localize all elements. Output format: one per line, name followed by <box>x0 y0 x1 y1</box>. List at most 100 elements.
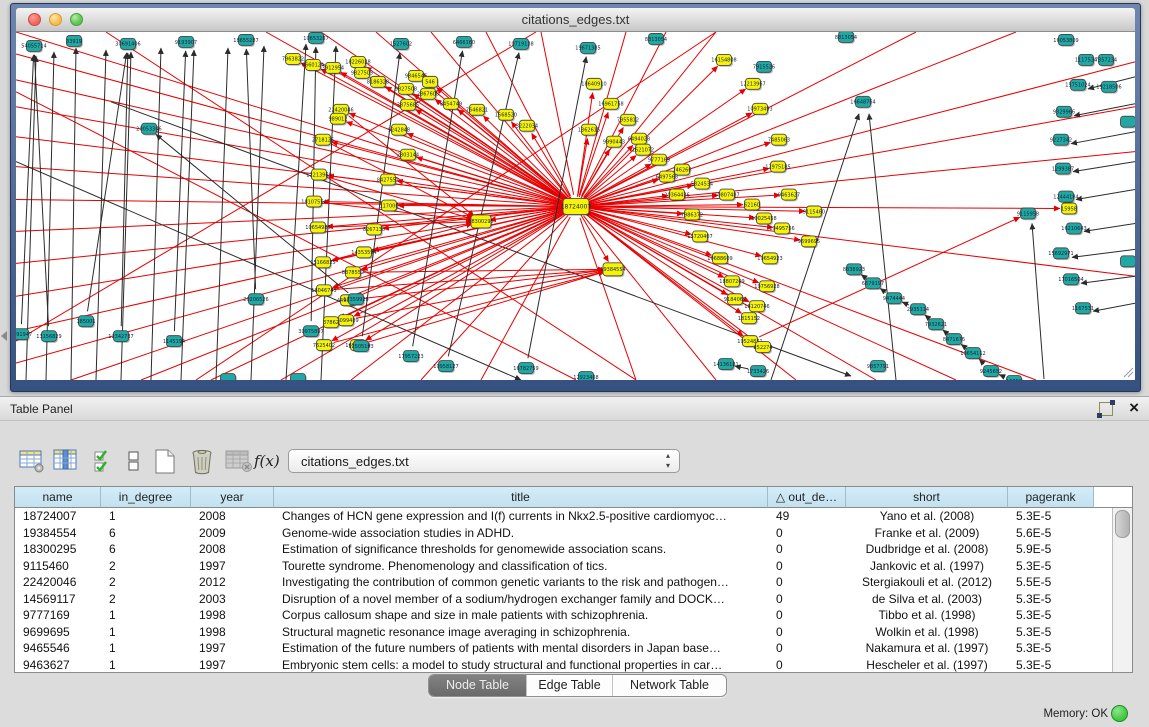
graph-edge[interactable] <box>1093 303 1135 311</box>
vertical-scrollbar[interactable] <box>1112 508 1132 672</box>
table-cell[interactable]: 2008 <box>191 541 274 558</box>
table-selector-dropdown[interactable]: citations_edges.txt ▴▾ <box>288 449 680 473</box>
graph-edge[interactable] <box>151 48 161 380</box>
table-cell[interactable]: Structural magnetic resonance image aver… <box>274 624 768 641</box>
table-cell[interactable]: 2 <box>101 558 191 575</box>
graph-edge[interactable] <box>16 200 564 207</box>
table-cell[interactable]: Tourette syndrome. Phenomenology and cla… <box>274 558 768 575</box>
table-row[interactable]: 969969511998Structural magnetic resonanc… <box>15 624 1132 641</box>
column-header-year[interactable]: year <box>191 487 274 508</box>
row-height-icon[interactable] <box>124 448 154 476</box>
table-cell[interactable]: Wolkin et al. (1998) <box>846 624 1008 641</box>
table-cell[interactable]: 9115460 <box>15 558 101 575</box>
graph-edge[interactable] <box>583 32 716 197</box>
table-cell[interactable]: 0 <box>768 640 846 657</box>
table-mode-icon[interactable] <box>18 448 48 476</box>
graph-edge[interactable] <box>16 167 564 206</box>
table-cell[interactable]: 2009 <box>191 525 274 542</box>
table-row[interactable]: 977716911998Corpus callosum shape and si… <box>15 607 1132 624</box>
graph-edge[interactable] <box>16 54 564 203</box>
graph-node[interactable] <box>1121 256 1136 267</box>
table-cell[interactable]: 1997 <box>191 640 274 657</box>
network-canvas[interactable]: 1872400779638228660124391295418226038982… <box>16 32 1135 380</box>
table-cell[interactable]: 5.3E-5 <box>1008 607 1094 624</box>
graph-edge[interactable] <box>71 48 76 380</box>
column-header-title[interactable]: title <box>274 487 768 508</box>
table-cell[interactable]: 5.3E-5 <box>1008 640 1094 657</box>
graph-edge[interactable] <box>1073 162 1135 172</box>
graph-edge[interactable] <box>246 49 255 289</box>
table-cell[interactable]: 2 <box>101 574 191 591</box>
graph-edge[interactable] <box>87 53 126 311</box>
table-cell[interactable]: 0 <box>768 574 846 591</box>
table-cell[interactable]: 0 <box>768 591 846 608</box>
table-cell[interactable]: 0 <box>768 541 846 558</box>
graph-edge[interactable] <box>174 51 185 331</box>
graph-edge[interactable] <box>34 55 48 326</box>
column-header-pagerank[interactable]: pagerank <box>1008 487 1094 508</box>
table-row[interactable]: 1456911722003Disruption of a novel membe… <box>15 591 1132 608</box>
table-cell[interactable]: 18724007 <box>15 508 101 525</box>
graph-edge[interactable] <box>1076 190 1135 200</box>
table-cell[interactable]: 5.6E-5 <box>1008 525 1094 542</box>
table-row[interactable]: 1938455462009Genome-wide association stu… <box>15 525 1132 542</box>
panel-collapse-arrow[interactable] <box>1 331 7 341</box>
graph-node[interactable] <box>291 374 306 380</box>
float-panel-icon[interactable] <box>1099 402 1113 416</box>
table-cell[interactable]: 1 <box>101 508 191 525</box>
column-header-name[interactable]: name <box>15 487 101 508</box>
table-cell[interactable]: Embryonic stem cells: a model to study s… <box>274 657 768 674</box>
table-cell[interactable]: Nakamura et al. (1997) <box>846 640 1008 657</box>
table-cell[interactable]: 0 <box>768 558 846 575</box>
table-cell[interactable]: Yano et al. (2008) <box>846 508 1008 525</box>
table-cell[interactable]: Disruption of a novel member of a sodium… <box>274 591 768 608</box>
table-cell[interactable]: 1 <box>101 607 191 624</box>
memory-status-indicator[interactable] <box>1111 705 1128 722</box>
graph-edge[interactable] <box>880 288 886 292</box>
delete-columns-icon[interactable] <box>188 448 218 476</box>
graph-edge[interactable] <box>869 114 896 380</box>
select-all-rows-icon[interactable] <box>92 448 122 476</box>
table-cell[interactable]: 5.3E-5 <box>1008 657 1094 674</box>
table-row[interactable]: 2242004622012Investigating the contribut… <box>15 574 1132 591</box>
table-cell[interactable]: 2 <box>101 591 191 608</box>
table-row[interactable]: 1830029562008Estimation of significance … <box>15 541 1132 558</box>
column-header-out_de[interactable]: △ out_de… <box>768 487 846 508</box>
graph-edge[interactable] <box>329 177 473 219</box>
show-column-icon[interactable] <box>52 448 82 476</box>
table-cell[interactable]: 1 <box>101 624 191 641</box>
table-cell[interactable]: 1 <box>101 657 191 674</box>
graph-edge[interactable] <box>216 48 228 380</box>
table-cell[interactable]: Investigating the contribution of common… <box>274 574 768 591</box>
graph-edge[interactable] <box>1081 276 1135 283</box>
table-cell[interactable]: 1998 <box>191 607 274 624</box>
table-cell[interactable]: 6 <box>101 525 191 542</box>
table-cell[interactable]: 5.3E-5 <box>1008 624 1094 641</box>
table-cell[interactable]: 9699695 <box>15 624 101 641</box>
graph-edge[interactable] <box>321 69 567 202</box>
table-cell[interactable]: 1997 <box>191 558 274 575</box>
table-row[interactable]: 1872400712008Changes of HCN gene express… <box>15 508 1132 525</box>
table-cell[interactable]: 1 <box>101 640 191 657</box>
table-cell[interactable]: Estimation of the future numbers of pati… <box>274 640 768 657</box>
graph-edge[interactable] <box>351 214 567 380</box>
table-cell[interactable]: 5.9E-5 <box>1008 541 1094 558</box>
graph-edge[interactable] <box>1074 104 1135 116</box>
graph-node[interactable] <box>221 374 236 380</box>
table-cell[interactable]: 0 <box>768 525 846 542</box>
graph-edge[interactable] <box>368 272 605 342</box>
column-header-in_degree[interactable]: in_degree <box>101 487 191 508</box>
table-cell[interactable]: 1997 <box>191 657 274 674</box>
table-cell[interactable]: 14569117 <box>15 591 101 608</box>
table-cell[interactable]: Hescheler et al. (1997) <box>846 657 1008 674</box>
table-cell[interactable]: 5.3E-5 <box>1008 591 1094 608</box>
graph-edge[interactable] <box>580 218 636 380</box>
table-cell[interactable]: 0 <box>768 624 846 641</box>
table-cell[interactable]: 18300295 <box>15 541 101 558</box>
table-cell[interactable]: Dudbridge et al. (2008) <box>846 541 1008 558</box>
tab-node-table[interactable]: Node Table <box>429 675 526 696</box>
table-cell[interactable]: Corpus callosum shape and size in male p… <box>274 607 768 624</box>
tab-edge-table[interactable]: Edge Table <box>526 675 612 696</box>
graph-edge[interactable] <box>587 32 1016 202</box>
table-cell[interactable]: 0 <box>768 607 846 624</box>
